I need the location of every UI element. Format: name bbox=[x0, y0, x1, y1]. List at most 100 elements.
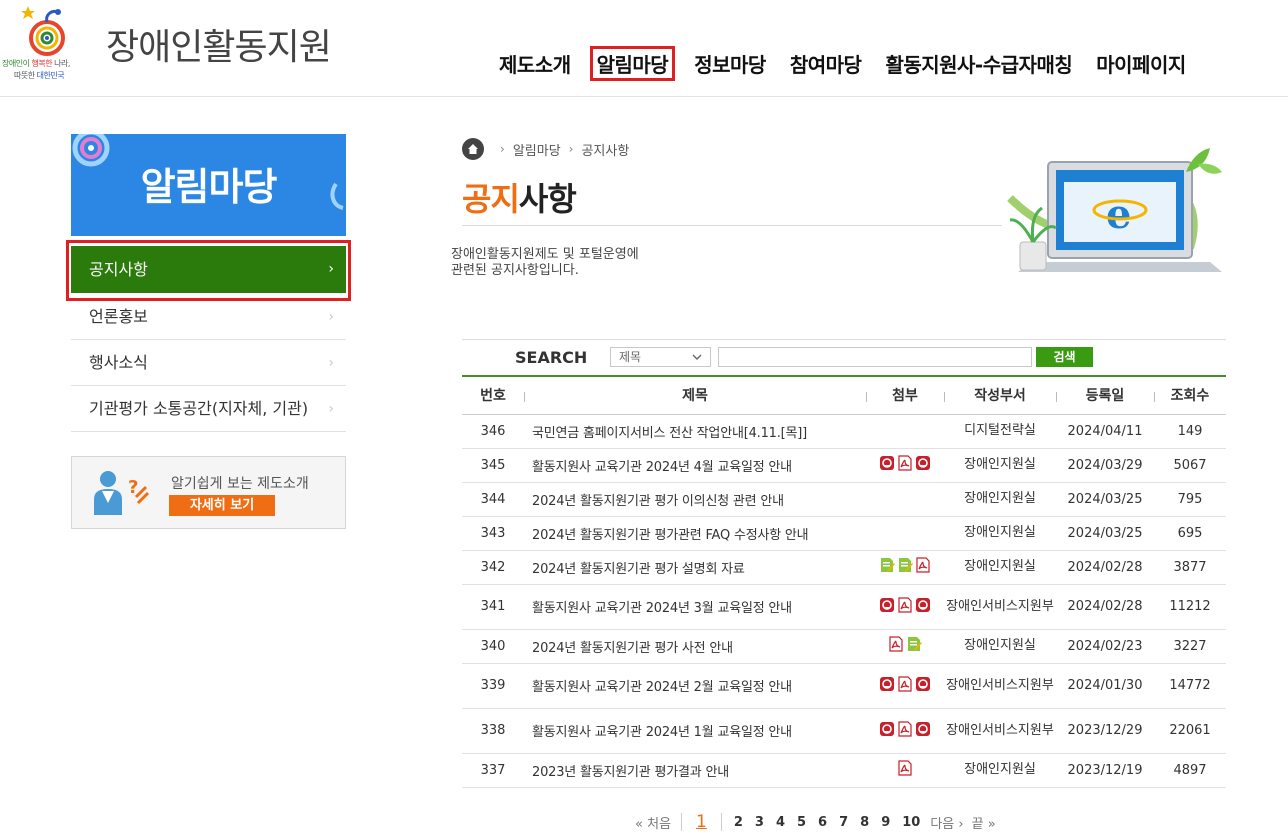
pagination-page-link[interactable]: 6 bbox=[818, 815, 827, 830]
table-row[interactable]: 337 2023년 활동지원기관 평가결과 안내 장애인지원실 2023/12/19 4… bbox=[462, 753, 1226, 787]
sidebar-banner-title: 알림마당 bbox=[140, 165, 278, 209]
table-row[interactable]: 345 활동지원사 교육기관 2024년 4월 교육일정 안내 장애인지원실 2024… bbox=[462, 448, 1226, 482]
hwp-file-icon[interactable] bbox=[915, 721, 931, 741]
search-field-select[interactable]: 제목 bbox=[610, 347, 711, 367]
gnb-item-notice-board[interactable]: 알림마당 bbox=[589, 46, 676, 81]
site-logo[interactable]: 장애인이 행복한 나라, 따뜻한 대한민국 bbox=[0, 0, 100, 97]
table-row[interactable]: 339 활동지원사 교육기관 2024년 2월 교육일정 안내 장애인서비스지원부 2… bbox=[462, 663, 1226, 708]
pdf-file-icon[interactable] bbox=[897, 596, 913, 617]
sidebar-item-label: 기관평가 소통공간(지자체, 기관) bbox=[89, 399, 309, 418]
hwp-file-icon[interactable] bbox=[915, 597, 931, 617]
cell-no: 339 bbox=[480, 678, 506, 693]
document-edit-icon[interactable] bbox=[897, 557, 913, 577]
guide-text: 알기쉽게 보는 제도소개 bbox=[171, 476, 309, 492]
cell-attachments bbox=[866, 516, 944, 550]
pagination-page-link[interactable]: 2 bbox=[734, 815, 743, 830]
cell-date: 2024/03/29 bbox=[1067, 457, 1143, 473]
gnb-item-intro[interactable]: 제도소개 bbox=[494, 47, 576, 80]
pagination-page-link[interactable]: 5 bbox=[797, 815, 806, 830]
cell-attachments bbox=[866, 550, 944, 584]
cell-title-link[interactable]: 활동지원사 교육기관 2024년 3월 교육일정 안내 bbox=[524, 584, 866, 629]
cell-title-link[interactable]: 2024년 활동지원기관 평가 이의신청 관련 안내 bbox=[524, 482, 866, 516]
cell-title-link[interactable]: 2024년 활동지원기관 평가 설명회 자료 bbox=[524, 550, 866, 584]
table-row[interactable]: 338 활동지원사 교육기관 2024년 1월 교육일정 안내 장애인서비스지원부 2… bbox=[462, 708, 1226, 753]
gnb-item-info[interactable]: 정보마당 bbox=[689, 47, 771, 80]
column-header-dept: 작성부서 bbox=[944, 376, 1056, 414]
guide-detail-button[interactable]: 자세히 보기 bbox=[169, 495, 275, 516]
pagination-page-link[interactable]: 10 bbox=[902, 815, 920, 830]
cell-dept: 장애인지원실 bbox=[964, 762, 1036, 777]
chevron-right-icon: › bbox=[328, 309, 334, 325]
sidebar-item-label: 행사소식 bbox=[89, 353, 148, 372]
table-row[interactable]: 343 2024년 활동지원기관 평가관련 FAQ 수정사항 안내 장애인지원실 20… bbox=[462, 516, 1226, 550]
table-row[interactable]: 344 2024년 활동지원기관 평가 이의신청 관련 안내 장애인지원실 2024/… bbox=[462, 482, 1226, 516]
sidebar-item-press[interactable]: 언론홍보 › bbox=[71, 294, 346, 340]
pagination-page-link[interactable]: 4 bbox=[776, 815, 785, 830]
search-input[interactable] bbox=[718, 347, 1032, 367]
cell-title-link[interactable]: 활동지원사 교육기관 2024년 4월 교육일정 안내 bbox=[524, 448, 866, 482]
table-row[interactable]: 341 활동지원사 교육기관 2024년 3월 교육일정 안내 장애인서비스지원부 2… bbox=[462, 584, 1226, 629]
sidebar-item-events[interactable]: 행사소식 › bbox=[71, 340, 346, 386]
cell-no: 337 bbox=[480, 762, 506, 778]
cell-no: 338 bbox=[480, 723, 506, 738]
gnb-item-mypage[interactable]: 마이페이지 bbox=[1091, 47, 1191, 80]
gnb-item-participation[interactable]: 참여마당 bbox=[785, 47, 867, 80]
logo-slogan-line2: 따뜻한 대한민국 bbox=[14, 70, 65, 81]
pagination: « 처음 1 2 3 4 5 6 7 8 9 10 다음 › 끝 » bbox=[631, 808, 1000, 836]
pdf-file-icon[interactable] bbox=[888, 636, 904, 656]
pagination-page-link[interactable]: 3 bbox=[755, 815, 764, 830]
hwp-file-icon[interactable] bbox=[879, 676, 895, 696]
pagination-first[interactable]: « 처음 bbox=[635, 813, 671, 832]
breadcrumb-item[interactable]: 알림마당 bbox=[513, 140, 561, 159]
pdf-file-icon[interactable] bbox=[897, 675, 913, 696]
hwp-file-icon[interactable] bbox=[879, 721, 895, 741]
cell-title-link[interactable]: 활동지원사 교육기관 2024년 1월 교육일정 안내 bbox=[524, 708, 866, 753]
cell-no: 343 bbox=[480, 525, 506, 541]
search-field-selected: 제목 bbox=[619, 350, 642, 364]
cell-dept: 장애인지원실 bbox=[964, 559, 1036, 574]
table-row[interactable]: 340 2024년 활동지원기관 평가 사전 안내 장애인지원실 2024/02/23… bbox=[462, 629, 1226, 663]
pdf-file-icon[interactable] bbox=[897, 455, 913, 475]
column-header-attach: 첨부 bbox=[866, 376, 944, 414]
document-edit-icon[interactable] bbox=[879, 557, 895, 577]
document-edit-icon[interactable] bbox=[906, 636, 922, 656]
breadcrumb-item[interactable]: 공지사항 bbox=[581, 140, 629, 159]
cell-dept: 장애인지원실 bbox=[964, 638, 1036, 653]
cell-title-link[interactable]: 2024년 활동지원기관 평가관련 FAQ 수정사항 안내 bbox=[524, 516, 866, 550]
cell-no: 340 bbox=[480, 638, 506, 654]
breadcrumb-separator: › bbox=[500, 142, 505, 156]
pagination-next[interactable]: 다음 › bbox=[930, 813, 963, 832]
pagination-last[interactable]: 끝 » bbox=[972, 813, 996, 832]
table-row[interactable]: 342 2024년 활동지원기관 평가 설명회 자료 장애인지원실 2024/02/2… bbox=[462, 550, 1226, 584]
search-button[interactable]: 검색 bbox=[1036, 347, 1093, 367]
pagination-current-page[interactable]: 1 bbox=[696, 812, 707, 832]
notice-table: 번호 제목 첨부 작성부서 등록일 조회수 346 국민연금 홈페이지서비스 전산… bbox=[462, 375, 1226, 788]
cell-title-link[interactable]: 2023년 활동지원기관 평가결과 안내 bbox=[524, 753, 866, 787]
table-row[interactable]: 346 국민연금 홈페이지서비스 전산 작업안내[4.11.[목]] 디지털전략실 2… bbox=[462, 414, 1226, 448]
gnb-item-matching[interactable]: 활동지원사-수급자매칭 bbox=[880, 47, 1077, 80]
double-chevron-right-icon: » bbox=[987, 816, 996, 832]
hwp-file-icon[interactable] bbox=[915, 455, 931, 475]
pagination-page-link[interactable]: 8 bbox=[860, 815, 869, 830]
hwp-file-icon[interactable] bbox=[879, 455, 895, 475]
cell-title-link[interactable]: 활동지원사 교육기관 2024년 2월 교육일정 안내 bbox=[524, 663, 866, 708]
pdf-file-icon[interactable] bbox=[897, 720, 913, 741]
pdf-file-icon[interactable] bbox=[915, 557, 931, 577]
site-title[interactable]: 장애인활동지원 bbox=[106, 18, 332, 70]
cell-views: 14772 bbox=[1169, 678, 1211, 693]
pagination-page-link[interactable]: 7 bbox=[839, 815, 848, 830]
cell-title-link[interactable]: 2024년 활동지원기관 평가 사전 안내 bbox=[524, 629, 866, 663]
cell-title-link[interactable]: 국민연금 홈페이지서비스 전산 작업안내[4.11.[목]] bbox=[524, 414, 866, 448]
hwp-file-icon[interactable] bbox=[879, 597, 895, 617]
cell-views: 695 bbox=[1177, 525, 1203, 541]
guide-person-icon: ? bbox=[94, 471, 150, 515]
sidebar-item-evaluation[interactable]: 기관평가 소통공간(지자체, 기관) › bbox=[71, 386, 346, 432]
slogan-text: 대한민국 bbox=[36, 71, 65, 80]
cell-date: 2023/12/19 bbox=[1067, 762, 1143, 778]
pagination-page-link[interactable]: 9 bbox=[881, 815, 890, 830]
hwp-file-icon[interactable] bbox=[915, 676, 931, 696]
cell-no: 344 bbox=[480, 491, 506, 507]
home-icon[interactable] bbox=[462, 138, 484, 160]
pdf-file-icon[interactable] bbox=[897, 760, 913, 780]
breadcrumb-separator: › bbox=[568, 142, 574, 156]
